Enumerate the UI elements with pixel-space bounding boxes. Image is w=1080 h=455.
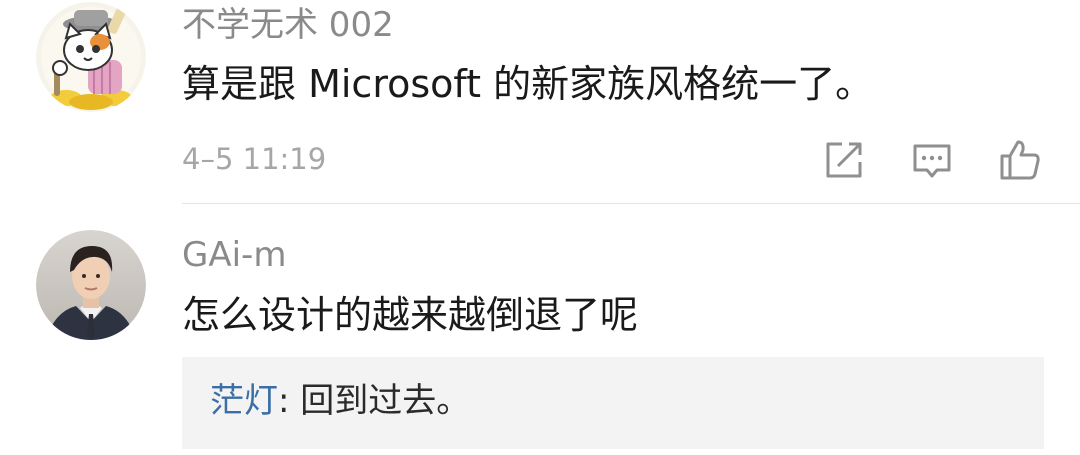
comment-text: 怎么设计的越来越倒退了呢 [182,293,639,337]
divider [182,203,1080,204]
person-photo-avatar-icon [36,230,146,340]
avatar[interactable] [36,230,146,340]
comment-section: 不学无术 002 算是跟 Microsoft 的新家族风格统一了。 4–5 11… [0,0,1080,455]
like-icon[interactable] [998,138,1042,182]
avatar[interactable] [36,2,146,112]
reply-separator: : [278,381,301,421]
comment-icon[interactable] [910,138,954,182]
username[interactable]: GAi-m [182,235,286,275]
reply-text: 回到过去。 [300,381,471,421]
share-icon[interactable] [822,138,866,182]
username[interactable]: 不学无术 002 [182,5,394,45]
reply-author[interactable]: 茫灯 [210,381,278,421]
comment-text: 算是跟 Microsoft 的新家族风格统一了。 [182,62,874,106]
reply-line: 茫灯: 回到过去。 [210,379,470,423]
timestamp: 4–5 11:19 [182,142,327,176]
reply-box[interactable]: 茫灯: 回到过去。 [182,357,1044,449]
cartoon-cat-avatar-icon [36,2,146,112]
